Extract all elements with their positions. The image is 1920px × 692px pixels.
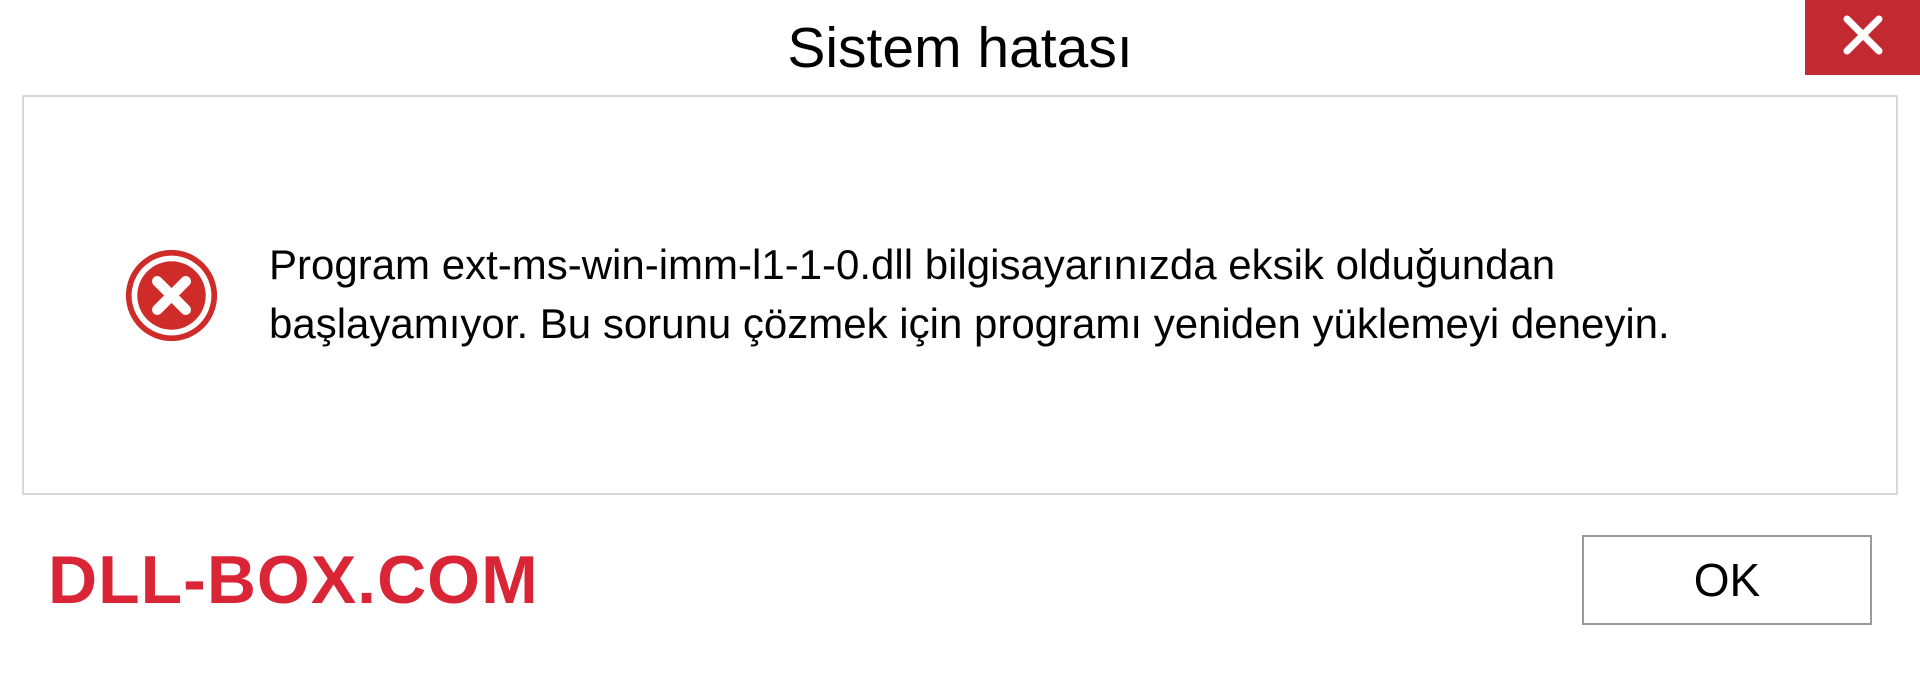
watermark-text: DLL-BOX.COM — [48, 541, 539, 619]
dialog-titlebar: Sistem hatası — [0, 0, 1920, 95]
dialog-content: Program ext-ms-win-imm-l1-1-0.dll bilgis… — [22, 95, 1898, 495]
close-button[interactable] — [1805, 0, 1920, 75]
close-icon — [1841, 13, 1885, 62]
dialog-title: Sistem hatası — [787, 15, 1132, 81]
ok-button-label: OK — [1694, 553, 1760, 607]
error-icon — [124, 248, 219, 343]
dialog-footer: DLL-BOX.COM OK — [0, 495, 1920, 625]
error-message: Program ext-ms-win-imm-l1-1-0.dll bilgis… — [269, 236, 1816, 354]
ok-button[interactable]: OK — [1582, 535, 1872, 625]
